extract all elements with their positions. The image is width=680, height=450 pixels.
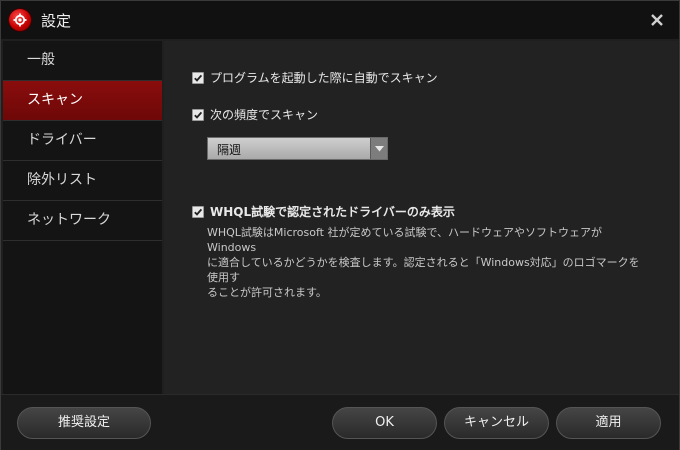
- sidebar-item-network[interactable]: ネットワーク: [3, 201, 162, 241]
- scan-settings-panel: プログラムを起動した際に自動でスキャン 次の頻度でスキャン 隔週 WHQL試験で…: [164, 41, 678, 394]
- footer-bar: 推奨設定 OK キャンセル 適用: [1, 394, 679, 450]
- startup-scan-checkbox[interactable]: [192, 71, 204, 84]
- dropdown-arrow[interactable]: [370, 138, 387, 159]
- whql-description-line: ることが許可されます。: [207, 286, 327, 299]
- sidebar-item-scan[interactable]: スキャン: [3, 81, 162, 121]
- whql-description-line: WHQL試験はMicrosoft 社が定めている試験で、ハードウェアやソフトウェ…: [207, 226, 603, 254]
- sidebar-item-general[interactable]: 一般: [3, 41, 162, 81]
- scan-frequency-dropdown[interactable]: 隔週: [207, 137, 388, 160]
- settings-window: 設定 一般 スキャン ドライバー 除外リスト ネットワーク プログラムを起動した…: [0, 0, 680, 450]
- title-bar: 設定: [1, 1, 679, 39]
- startup-scan-label: プログラムを起動した際に自動でスキャン: [210, 71, 438, 85]
- cancel-button[interactable]: キャンセル: [444, 407, 549, 439]
- whql-description: WHQL試験はMicrosoft 社が定めている試験で、ハードウェアやソフトウェ…: [207, 225, 647, 300]
- recommended-settings-button[interactable]: 推奨設定: [17, 407, 151, 439]
- window-title: 設定: [41, 12, 72, 30]
- checkmark-icon: [194, 208, 203, 216]
- scheduled-scan-checkbox[interactable]: [192, 108, 204, 121]
- checkmark-icon: [194, 111, 203, 119]
- whql-description-line: に適合しているかどうかを検査します。認定されると「Windows対応」のロゴマー…: [207, 256, 640, 284]
- app-logo-icon: [9, 9, 31, 31]
- close-icon: [651, 14, 663, 26]
- ok-button[interactable]: OK: [332, 407, 437, 439]
- whql-row: WHQL試験で認定されたドライバーのみ表示: [192, 203, 455, 220]
- scheduled-scan-label: 次の頻度でスキャン: [210, 108, 319, 122]
- sidebar: 一般 スキャン ドライバー 除外リスト ネットワーク: [3, 41, 162, 394]
- close-button[interactable]: [645, 8, 669, 32]
- scan-frequency-value: 隔週: [217, 143, 242, 157]
- whql-checkbox[interactable]: [192, 205, 204, 218]
- apply-button[interactable]: 適用: [556, 407, 661, 439]
- checkmark-icon: [194, 74, 203, 82]
- scheduled-scan-row: 次の頻度でスキャン: [192, 106, 318, 123]
- startup-scan-row: プログラムを起動した際に自動でスキャン: [192, 69, 438, 86]
- whql-label: WHQL試験で認定されたドライバーのみ表示: [210, 205, 455, 219]
- sidebar-item-drivers[interactable]: ドライバー: [3, 121, 162, 161]
- chevron-down-icon: [374, 145, 384, 151]
- sidebar-item-exclusions[interactable]: 除外リスト: [3, 161, 162, 201]
